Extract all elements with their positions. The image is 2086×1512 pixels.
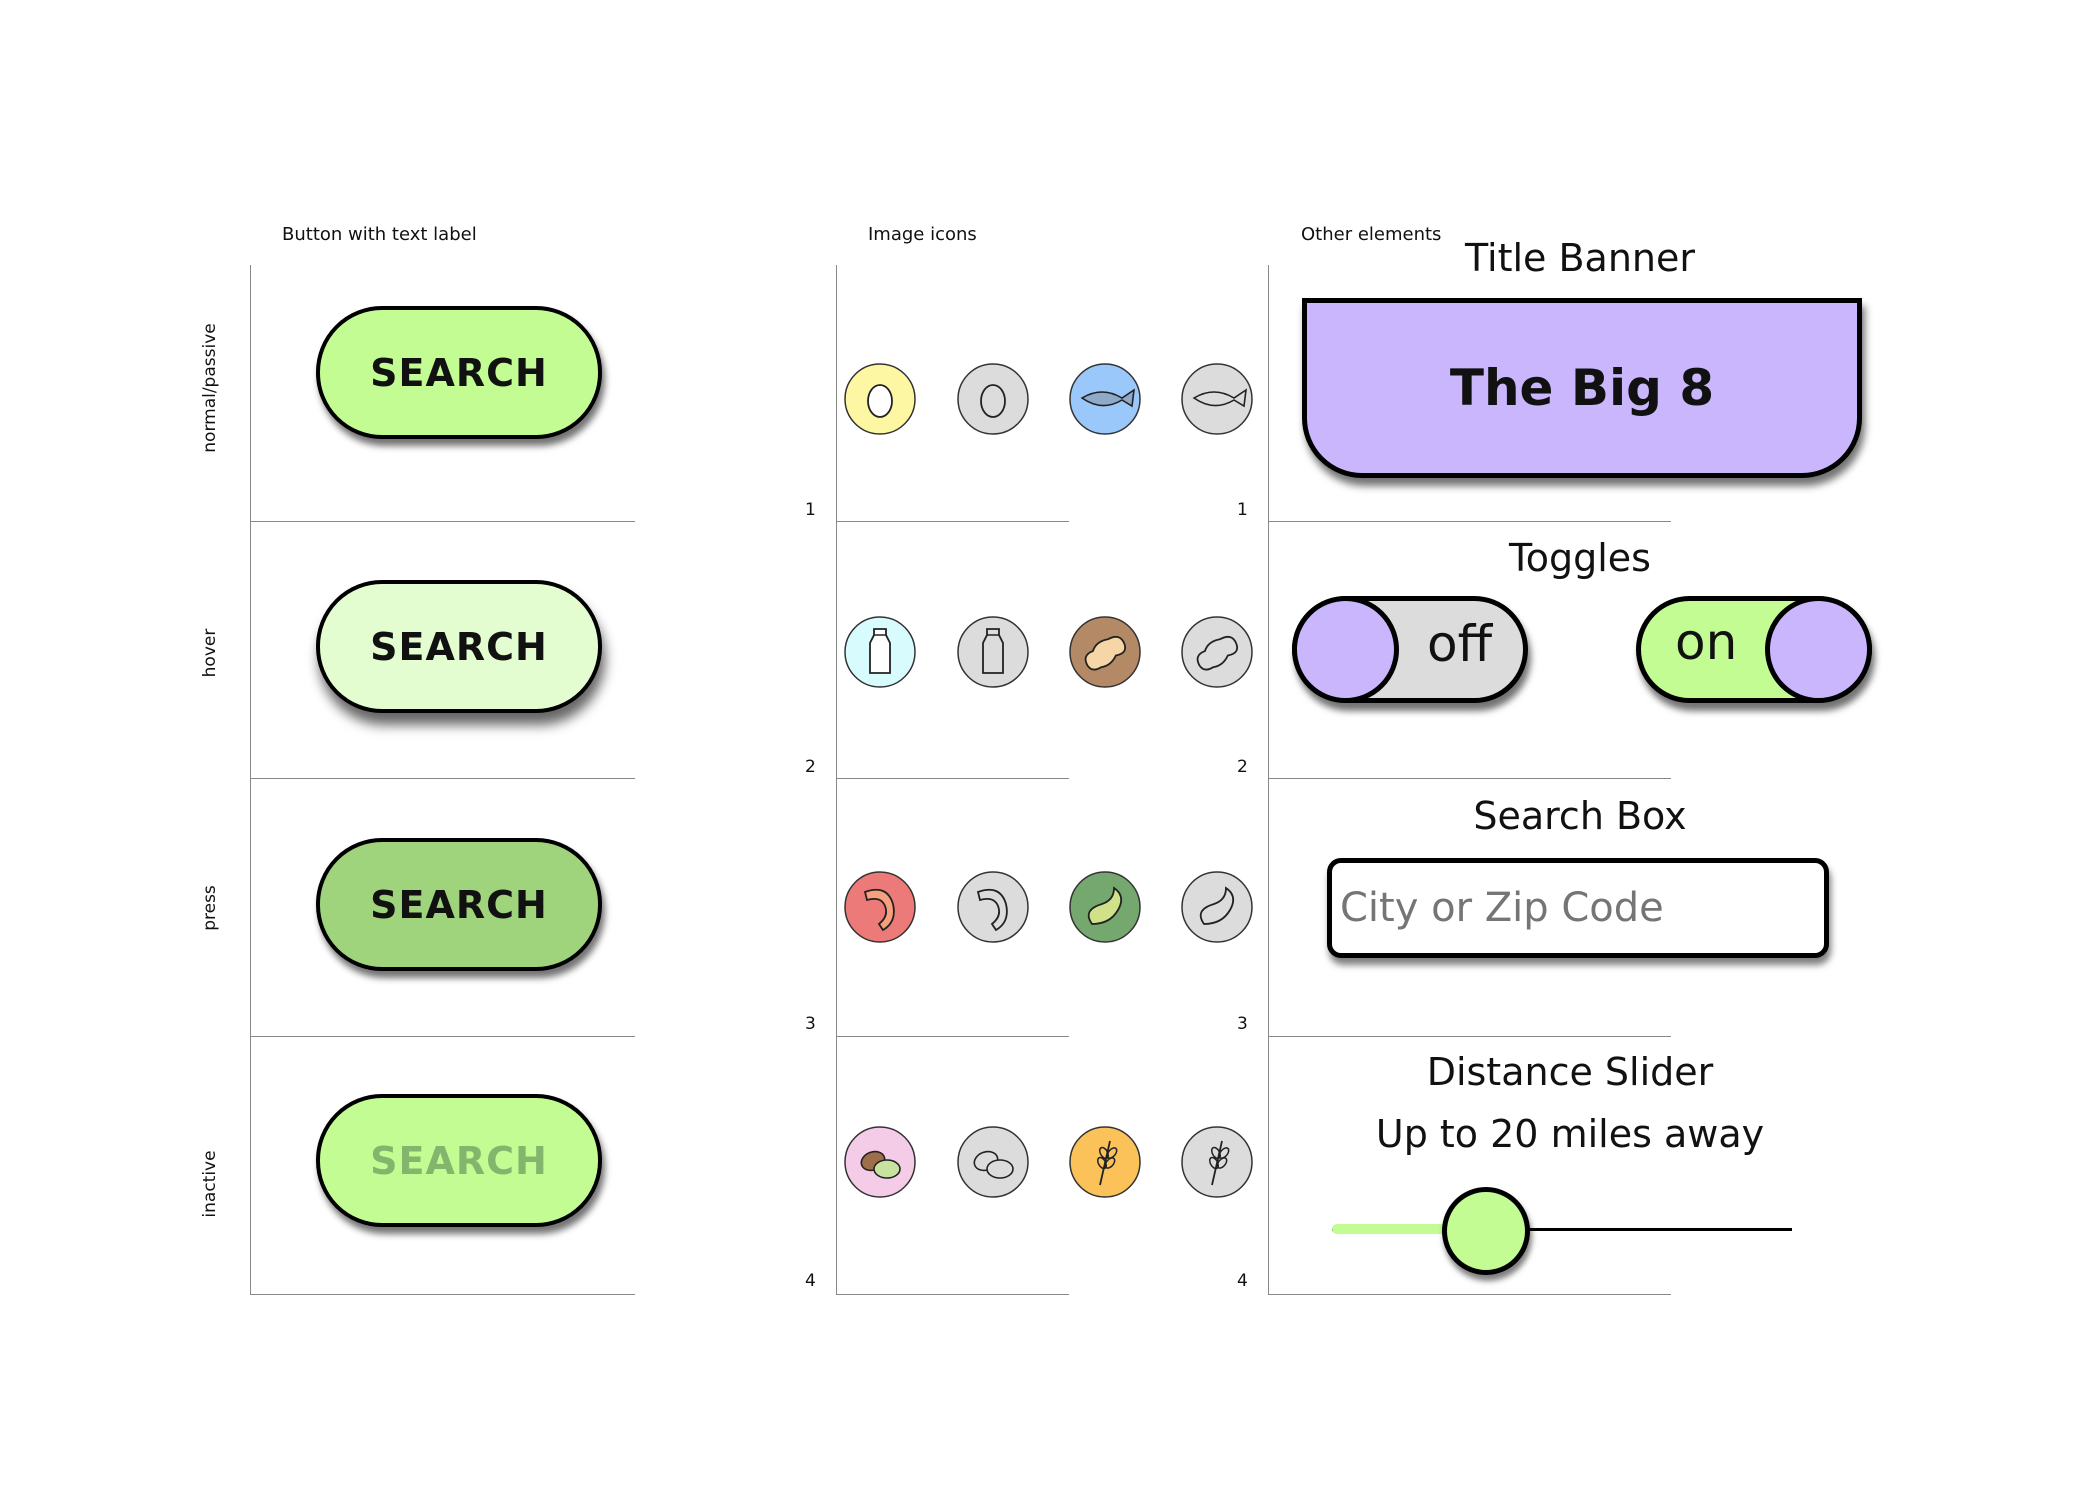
egg-icon[interactable]	[956, 362, 1030, 436]
other-grid-hline-4	[1268, 1294, 1671, 1295]
row-label-hover: hover	[200, 628, 220, 678]
row-number: 4	[805, 1271, 816, 1291]
row-number: 2	[805, 757, 816, 777]
row-label-press: press	[200, 885, 220, 931]
shrimp-icon[interactable]	[843, 870, 917, 944]
search-button-inactive: SEARCH	[316, 1094, 602, 1227]
search-button-hover[interactable]: SEARCH	[316, 580, 602, 713]
wheat-icon[interactable]	[1068, 1125, 1142, 1199]
row-number: 3	[1237, 1014, 1248, 1034]
egg-icon[interactable]	[843, 362, 917, 436]
row-label-normal: normal/passive	[200, 323, 220, 453]
search-button-normal[interactable]: SEARCH	[316, 306, 602, 439]
toggle-on-label: on	[1675, 613, 1738, 671]
toggle-off[interactable]: off	[1292, 596, 1528, 703]
shrimp-icon[interactable]	[956, 870, 1030, 944]
buttons-grid-hline-4	[250, 1294, 635, 1295]
soybean-icon[interactable]	[1180, 870, 1254, 944]
soybean-icon[interactable]	[1068, 870, 1142, 944]
fish-icon[interactable]	[1068, 362, 1142, 436]
row-number: 4	[1237, 1271, 1248, 1291]
fish-icon[interactable]	[1180, 362, 1254, 436]
title-banner-heading: Title Banner	[1464, 236, 1696, 280]
row-number: 3	[805, 1014, 816, 1034]
other-grid-hline-1	[1268, 521, 1671, 522]
wheat-icon[interactable]	[1180, 1125, 1254, 1199]
toggles-heading: Toggles	[1509, 536, 1651, 580]
search-box-heading: Search Box	[1473, 794, 1687, 838]
buttons-column-title: Button with text label	[282, 224, 477, 245]
other-grid-vline	[1268, 265, 1269, 1295]
icons-grid-hline-4	[836, 1294, 1069, 1295]
icons-column-title: Image icons	[868, 224, 977, 245]
peanut-icon[interactable]	[1068, 615, 1142, 689]
search-button-press[interactable]: SEARCH	[316, 838, 602, 971]
icons-grid-hline-3	[836, 1036, 1069, 1037]
search-input[interactable]	[1327, 858, 1829, 958]
toggle-off-label: off	[1427, 615, 1493, 673]
peanut-icon[interactable]	[1180, 615, 1254, 689]
toggle-on[interactable]: on	[1636, 596, 1872, 703]
buttons-grid-hline-3	[250, 1036, 635, 1037]
tree-nut-icon[interactable]	[956, 1125, 1030, 1199]
slider-thumb[interactable]	[1442, 1187, 1530, 1275]
title-banner-text: The Big 8	[1449, 359, 1715, 417]
row-number: 1	[805, 500, 816, 520]
row-number: 2	[1237, 757, 1248, 777]
buttons-grid-hline-1	[250, 521, 635, 522]
milk-icon[interactable]	[956, 615, 1030, 689]
other-grid-hline-2	[1268, 778, 1671, 779]
slider-heading: Distance Slider	[1426, 1050, 1714, 1094]
toggle-off-knob[interactable]	[1292, 596, 1399, 703]
icons-grid-vline	[836, 265, 837, 1295]
row-label-inactive: inactive	[200, 1150, 220, 1218]
buttons-grid-hline-2	[250, 778, 635, 779]
other-grid-hline-3	[1268, 1036, 1671, 1037]
icons-grid-hline-1	[836, 521, 1069, 522]
buttons-grid-vline	[250, 265, 251, 1295]
toggle-on-knob[interactable]	[1765, 596, 1872, 703]
icons-grid-hline-2	[836, 778, 1069, 779]
row-number: 1	[1237, 500, 1248, 520]
milk-icon[interactable]	[843, 615, 917, 689]
tree-nut-icon[interactable]	[843, 1125, 917, 1199]
slider-caption: Up to 20 miles away	[1375, 1112, 1765, 1156]
title-banner: The Big 8	[1302, 298, 1862, 478]
